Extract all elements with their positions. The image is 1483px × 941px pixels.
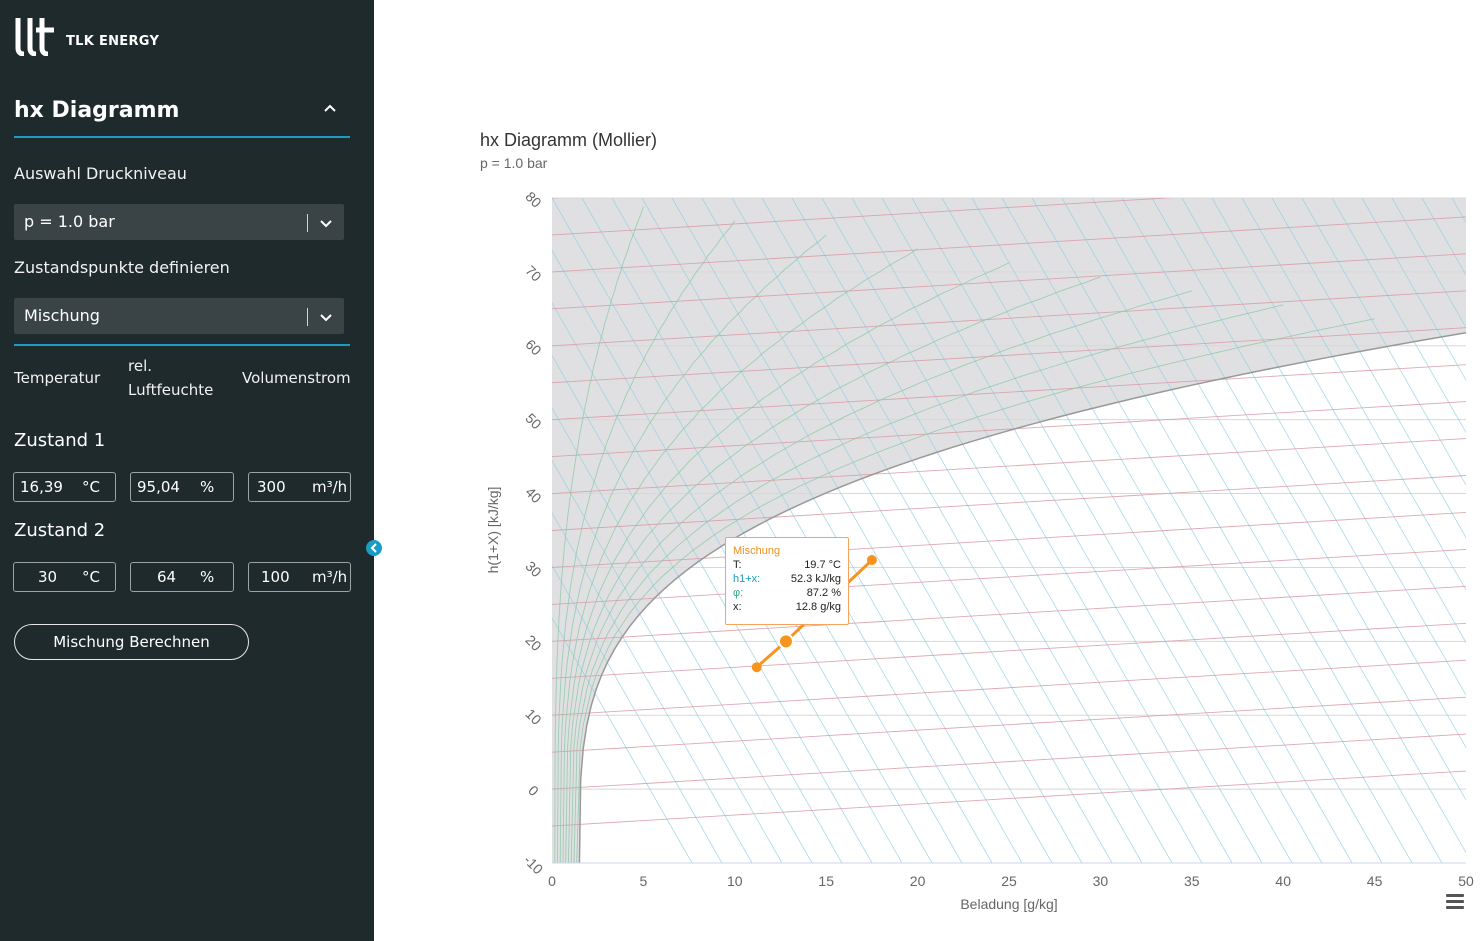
x-tick-label: 35 (1184, 873, 1200, 889)
tooltip-key: φ: (733, 587, 744, 599)
chevron-up-icon[interactable] (320, 98, 340, 118)
x-tick-label: 0 (548, 873, 556, 889)
tooltip-key: h1+x: (733, 573, 761, 585)
state2-temperature-input[interactable]: 30 °C (13, 562, 116, 592)
y-tick-label: -10 (521, 852, 547, 878)
calculate-mixture-button[interactable]: Mischung Berechnen (14, 624, 249, 660)
select-separator (307, 308, 308, 326)
state1-flow-input[interactable]: 300 m³/h (248, 472, 351, 502)
chevron-down-icon (320, 314, 332, 322)
tooltip-key: x: (733, 601, 742, 613)
section-divider (14, 136, 350, 138)
field-value: 64 (157, 568, 177, 586)
tooltip-value: 52.3 kJ/kg (790, 573, 841, 585)
column-humidity: rel. Luftfeuchte (128, 357, 214, 399)
x-axis-label: Beladung [g/kg] (960, 896, 1057, 912)
logo: TLK ENERGY (14, 16, 159, 56)
x-tick-label: 30 (1093, 873, 1109, 889)
field-value: 300 (257, 478, 286, 496)
isotherm-line (552, 198, 560, 199)
sidebar: TLK ENERGY hx Diagramm Auswahl Drucknive… (0, 0, 374, 941)
chart-menu-icon[interactable] (1446, 894, 1464, 910)
column-temperature: Temperatur (14, 369, 101, 387)
isotherm-line (552, 622, 1466, 679)
y-tick-label: 50 (522, 410, 544, 432)
field-unit: % (200, 568, 215, 586)
brand-name: TLK ENERGY (66, 33, 160, 49)
isotherm-line (552, 696, 1466, 753)
x-tick-label: 50 (1458, 873, 1474, 889)
column-flow: Volumenstrom (242, 369, 351, 387)
x-tick-label: 40 (1275, 873, 1291, 889)
states-select-value: Mischung (24, 306, 100, 325)
isotherm-line (552, 770, 1466, 827)
mollier-chart: 0 5 10 15 20 25 30 35 40 45 50-1001020304050607080… (485, 188, 1474, 912)
states-label: Zustandspunkte definieren (14, 258, 230, 277)
y-tick-label: 20 (522, 632, 544, 654)
states-select[interactable]: Mischung (14, 298, 344, 334)
series-point (866, 555, 877, 566)
x-tick-label: 45 (1367, 873, 1383, 889)
state2-flow-input[interactable]: 100 m³/h (248, 562, 351, 592)
tooltip-title: Mischung (733, 545, 781, 557)
states-divider (14, 344, 350, 346)
chart-title: hx Diagramm (Mollier) (480, 130, 658, 150)
isotherm-line (552, 585, 1466, 642)
field-unit: m³/h (312, 568, 348, 586)
field-unit: °C (82, 568, 100, 586)
field-unit: % (200, 478, 215, 496)
y-tick-label: 60 (522, 336, 544, 358)
tooltip-value: 19.7 °C (804, 559, 841, 571)
pressure-label: Auswahl Druckniveau (14, 164, 187, 183)
chart-subtitle: p = 1.0 bar (480, 155, 548, 171)
mixture-tooltip: Mischung T: 19.7 °C h1+x: 52.3 kJ/kg φ: … (725, 537, 849, 625)
pressure-select[interactable]: p = 1.0 bar (14, 204, 344, 240)
field-value: 95,04 (137, 478, 180, 496)
y-axis-label: h(1+X) [kJ/kg] (485, 487, 501, 574)
series-point (751, 662, 762, 673)
y-tick-label: 80 (522, 188, 544, 210)
x-tick-label: 5 (640, 873, 648, 889)
x-tick-label: 25 (1001, 873, 1017, 889)
series-point (777, 633, 794, 650)
tooltip-value: 87.2 % (806, 587, 841, 599)
tooltip-key: T: (733, 559, 742, 571)
field-unit: m³/h (312, 478, 348, 496)
pressure-select-value: p = 1.0 bar (24, 212, 115, 231)
x-tick-label: 15 (818, 873, 834, 889)
field-value: 100 (261, 568, 290, 586)
field-unit: °C (82, 478, 100, 496)
x-tick-label: 20 (910, 873, 926, 889)
y-tick-label: 10 (522, 706, 544, 728)
state1-temperature-input[interactable]: 16,39 °C (13, 472, 116, 502)
y-tick-label: 40 (522, 484, 544, 506)
select-separator (307, 214, 308, 232)
field-value: 30 (38, 568, 58, 586)
state1-humidity-input[interactable]: 95,04 % (130, 472, 234, 502)
x-tick-label: 10 (727, 873, 743, 889)
y-tick-label: 0 (525, 782, 542, 799)
y-tick-label: 70 (522, 262, 544, 284)
chevron-down-icon (320, 220, 332, 228)
tlk-logo-icon (15, 18, 54, 56)
chevron-left-icon (370, 543, 377, 553)
tooltip-value: 12.8 g/kg (795, 601, 841, 613)
isotherm-line (552, 659, 1466, 716)
sidebar-collapse-handle[interactable] (366, 540, 382, 556)
section-title: hx Diagramm (14, 98, 180, 123)
isotherm-line (552, 733, 1466, 790)
y-tick-label: 30 (522, 558, 544, 580)
state1-title: Zustand 1 (14, 430, 106, 451)
state2-humidity-input[interactable]: 64 % (130, 562, 234, 592)
field-value: 16,39 (20, 478, 63, 496)
state2-title: Zustand 2 (14, 520, 106, 541)
